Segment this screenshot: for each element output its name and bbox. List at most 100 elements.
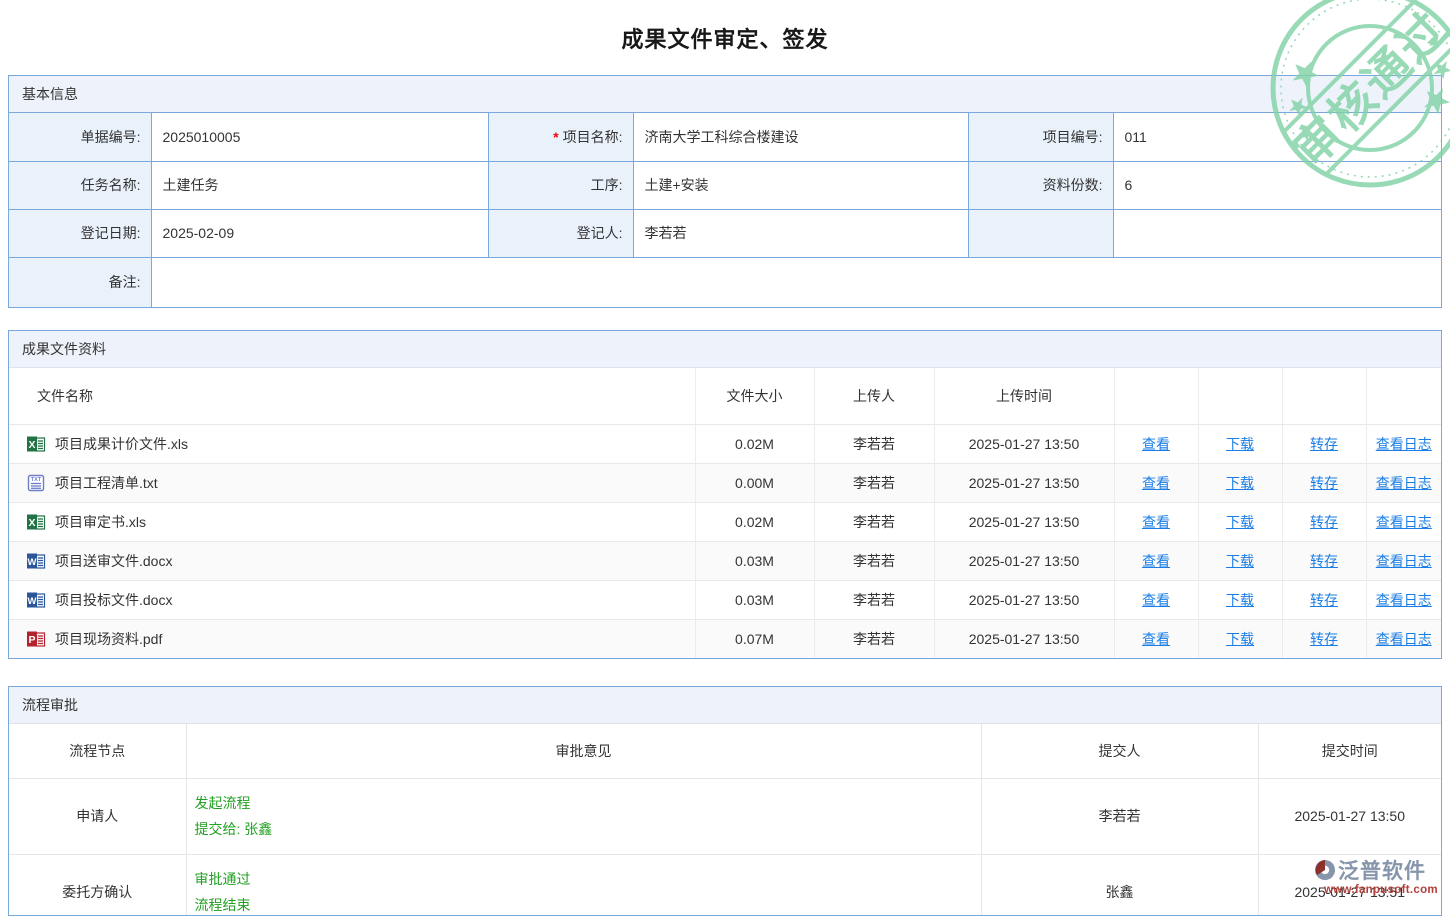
col-action-log bbox=[1366, 368, 1441, 424]
approval-flow-section-title: 流程审批 bbox=[9, 687, 1441, 724]
download-link[interactable]: 下载 bbox=[1226, 436, 1254, 452]
file-upload-time: 2025-01-27 13:50 bbox=[934, 619, 1114, 658]
file-name: 项目工程清单.txt bbox=[55, 473, 158, 493]
file-upload-time: 2025-01-27 13:50 bbox=[934, 502, 1114, 541]
col-file-name: 文件名称 bbox=[9, 368, 695, 424]
submitter: 张鑫 bbox=[981, 854, 1258, 916]
file-uploader: 李若若 bbox=[814, 502, 934, 541]
process-value: 土建+安装 bbox=[633, 161, 968, 209]
file-name: 项目投标文件.docx bbox=[55, 590, 172, 610]
excel-file-icon: X bbox=[26, 512, 46, 532]
file-row: X 项目审定书.xls 0.02M 李若若 2025-01-27 13:50 查… bbox=[9, 502, 1441, 541]
table-row: 备注: bbox=[9, 257, 1441, 307]
copies-label: 资料份数: bbox=[968, 161, 1113, 209]
task-name-value: 土建任务 bbox=[151, 161, 488, 209]
basic-info-section: 基本信息 单据编号: 2025010005 *项目名称: 济南大学工科综合楼建设… bbox=[8, 75, 1442, 308]
svg-text:TXT: TXT bbox=[31, 477, 42, 483]
registrant-label: 登记人: bbox=[488, 209, 633, 257]
transfer-link[interactable]: 转存 bbox=[1310, 592, 1338, 608]
view-link[interactable]: 查看 bbox=[1142, 631, 1170, 647]
download-link[interactable]: 下载 bbox=[1226, 475, 1254, 491]
col-uploader: 上传人 bbox=[814, 368, 934, 424]
registrant-value: 李若若 bbox=[633, 209, 968, 257]
file-row: W 项目投标文件.docx 0.03M 李若若 2025-01-27 13:50… bbox=[9, 580, 1441, 619]
approval-opinion: 发起流程 提交给: 张鑫 bbox=[186, 778, 981, 854]
txt-file-icon: TXT bbox=[26, 473, 46, 493]
view-link[interactable]: 查看 bbox=[1142, 475, 1170, 491]
download-link[interactable]: 下载 bbox=[1226, 553, 1254, 569]
file-uploader: 李若若 bbox=[814, 580, 934, 619]
file-name: 项目成果计价文件.xls bbox=[55, 434, 188, 454]
view-link[interactable]: 查看 bbox=[1142, 553, 1170, 569]
view-log-link[interactable]: 查看日志 bbox=[1376, 514, 1432, 530]
svg-text:W: W bbox=[28, 557, 37, 568]
table-header-row: 流程节点 审批意见 提交人 提交时间 bbox=[9, 724, 1441, 778]
opinion-line: 提交给: 张鑫 bbox=[195, 816, 980, 842]
word-file-icon: W bbox=[26, 551, 46, 571]
file-row: X 项目成果计价文件.xls 0.02M 李若若 2025-01-27 13:5… bbox=[9, 424, 1441, 463]
transfer-link[interactable]: 转存 bbox=[1310, 514, 1338, 530]
view-log-link[interactable]: 查看日志 bbox=[1376, 592, 1432, 608]
table-header-row: 文件名称 文件大小 上传人 上传时间 bbox=[9, 368, 1441, 424]
result-files-section-title: 成果文件资料 bbox=[9, 331, 1441, 368]
file-upload-time: 2025-01-27 13:50 bbox=[934, 580, 1114, 619]
col-submitter: 提交人 bbox=[981, 724, 1258, 778]
approval-flow-section: 流程审批 流程节点 审批意见 提交人 提交时间 申请人 发起流程 提交给: 张鑫… bbox=[8, 686, 1442, 916]
svg-text:P: P bbox=[28, 634, 35, 646]
copies-value: 6 bbox=[1113, 161, 1441, 209]
download-link[interactable]: 下载 bbox=[1226, 514, 1254, 530]
opinion-line: 发起流程 bbox=[195, 790, 980, 816]
transfer-link[interactable]: 转存 bbox=[1310, 475, 1338, 491]
approval-row: 申请人 发起流程 提交给: 张鑫 李若若 2025-01-27 13:50 bbox=[9, 778, 1441, 854]
result-files-section: 成果文件资料 文件名称 文件大小 上传人 上传时间 X 项目成果计价文件.xls… bbox=[8, 330, 1442, 659]
download-link[interactable]: 下载 bbox=[1226, 631, 1254, 647]
svg-text:X: X bbox=[28, 517, 35, 529]
view-log-link[interactable]: 查看日志 bbox=[1376, 475, 1432, 491]
table-row: 登记日期: 2025-02-09 登记人: 李若若 bbox=[9, 209, 1441, 257]
view-log-link[interactable]: 查看日志 bbox=[1376, 631, 1432, 647]
doc-no-label: 单据编号: bbox=[9, 113, 151, 161]
file-upload-time: 2025-01-27 13:50 bbox=[934, 424, 1114, 463]
word-file-icon: W bbox=[26, 590, 46, 610]
approval-row: 委托方确认 审批通过 流程结束 张鑫 2025-01-27 13:51 bbox=[9, 854, 1441, 916]
view-link[interactable]: 查看 bbox=[1142, 514, 1170, 530]
file-upload-time: 2025-01-27 13:50 bbox=[934, 541, 1114, 580]
reg-date-value: 2025-02-09 bbox=[151, 209, 488, 257]
view-log-link[interactable]: 查看日志 bbox=[1376, 553, 1432, 569]
flow-node: 申请人 bbox=[9, 778, 186, 854]
project-name-label: *项目名称: bbox=[488, 113, 633, 161]
process-label: 工序: bbox=[488, 161, 633, 209]
project-no-label: 项目编号: bbox=[968, 113, 1113, 161]
doc-no-value: 2025010005 bbox=[151, 113, 488, 161]
vendor-watermark: 泛普软件 www.fanpusoft.com bbox=[1314, 855, 1448, 896]
reg-date-label: 登记日期: bbox=[9, 209, 151, 257]
empty-label-cell bbox=[968, 209, 1113, 257]
file-size: 0.00M bbox=[695, 463, 814, 502]
transfer-link[interactable]: 转存 bbox=[1310, 436, 1338, 452]
file-size: 0.03M bbox=[695, 580, 814, 619]
file-size: 0.07M bbox=[695, 619, 814, 658]
file-uploader: 李若若 bbox=[814, 424, 934, 463]
file-row: W 项目送审文件.docx 0.03M 李若若 2025-01-27 13:50… bbox=[9, 541, 1441, 580]
view-log-link[interactable]: 查看日志 bbox=[1376, 436, 1432, 452]
col-approval-opinion: 审批意见 bbox=[186, 724, 981, 778]
view-link[interactable]: 查看 bbox=[1142, 436, 1170, 452]
submit-time: 2025-01-27 13:50 bbox=[1258, 778, 1441, 854]
table-row: 单据编号: 2025010005 *项目名称: 济南大学工科综合楼建设 项目编号… bbox=[9, 113, 1441, 161]
excel-file-icon: X bbox=[26, 434, 46, 454]
col-action-view bbox=[1114, 368, 1198, 424]
file-row: TXT 项目工程清单.txt 0.00M 李若若 2025-01-27 13:5… bbox=[9, 463, 1441, 502]
col-action-download bbox=[1198, 368, 1282, 424]
transfer-link[interactable]: 转存 bbox=[1310, 553, 1338, 569]
empty-value-cell bbox=[1113, 209, 1441, 257]
view-link[interactable]: 查看 bbox=[1142, 592, 1170, 608]
basic-info-section-title: 基本信息 bbox=[9, 76, 1441, 113]
transfer-link[interactable]: 转存 bbox=[1310, 631, 1338, 647]
file-uploader: 李若若 bbox=[814, 463, 934, 502]
download-link[interactable]: 下载 bbox=[1226, 592, 1254, 608]
fanpu-logo-icon bbox=[1314, 859, 1336, 881]
flow-node: 委托方确认 bbox=[9, 854, 186, 916]
vendor-name: 泛普软件 bbox=[1338, 855, 1426, 885]
file-size: 0.02M bbox=[695, 502, 814, 541]
file-name: 项目审定书.xls bbox=[55, 512, 146, 532]
